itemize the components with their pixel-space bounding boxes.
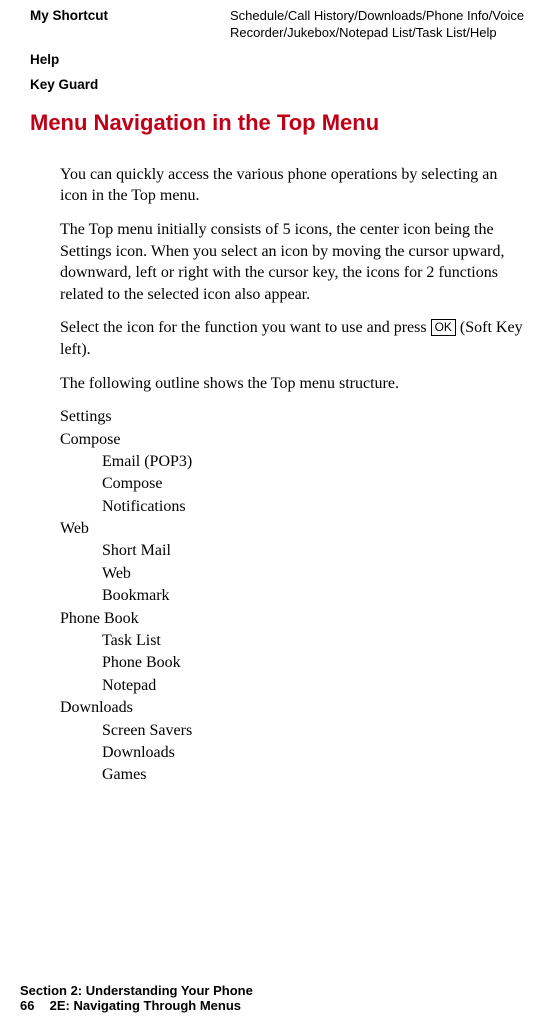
outline-downloads-item: Games	[102, 764, 527, 786]
menu-outline: Settings Compose Email (POP3) Compose No…	[60, 406, 527, 787]
outline-compose-item: Compose	[102, 473, 527, 495]
outline-downloads-item: Downloads	[102, 742, 527, 764]
outline-web: Web	[60, 518, 527, 540]
outline-web-item: Short Mail	[102, 540, 527, 562]
outline-phonebook: Phone Book	[60, 608, 527, 630]
paragraph-3: Select the icon for the function you wan…	[60, 317, 527, 360]
my-shortcut-label: My Shortcut	[30, 8, 230, 42]
paragraph-4: The following outline shows the Top menu…	[60, 373, 527, 395]
outline-phonebook-item: Phone Book	[102, 652, 527, 674]
paragraph-1: You can quickly access the various phone…	[60, 164, 527, 207]
page-number: 66	[20, 998, 46, 1013]
help-label: Help	[30, 52, 527, 67]
outline-phonebook-item: Task List	[102, 630, 527, 652]
paragraph-2: The Top menu initially consists of 5 ico…	[60, 219, 527, 305]
outline-downloads-item: Screen Savers	[102, 720, 527, 742]
paragraph-3a: Select the icon for the function you wan…	[60, 319, 431, 336]
ok-key-icon: OK	[431, 319, 456, 335]
outline-phonebook-item: Notepad	[102, 675, 527, 697]
section-heading: Menu Navigation in the Top Menu	[30, 110, 527, 136]
outline-web-item: Web	[102, 563, 527, 585]
table-row: My Shortcut Schedule/Call History/Downlo…	[30, 8, 527, 42]
footer-section-line: Section 2: Understanding Your Phone	[20, 983, 253, 998]
key-guard-label: Key Guard	[30, 77, 527, 92]
my-shortcut-value: Schedule/Call History/Downloads/Phone In…	[230, 8, 527, 42]
footer-chapter: 2E: Navigating Through Menus	[50, 998, 241, 1013]
outline-compose: Compose	[60, 429, 527, 451]
outline-compose-item: Notifications	[102, 496, 527, 518]
outline-settings: Settings	[60, 406, 527, 428]
page-footer: Section 2: Understanding Your Phone 66 2…	[20, 983, 253, 1013]
outline-downloads: Downloads	[60, 697, 527, 719]
outline-web-item: Bookmark	[102, 585, 527, 607]
outline-compose-item: Email (POP3)	[102, 451, 527, 473]
